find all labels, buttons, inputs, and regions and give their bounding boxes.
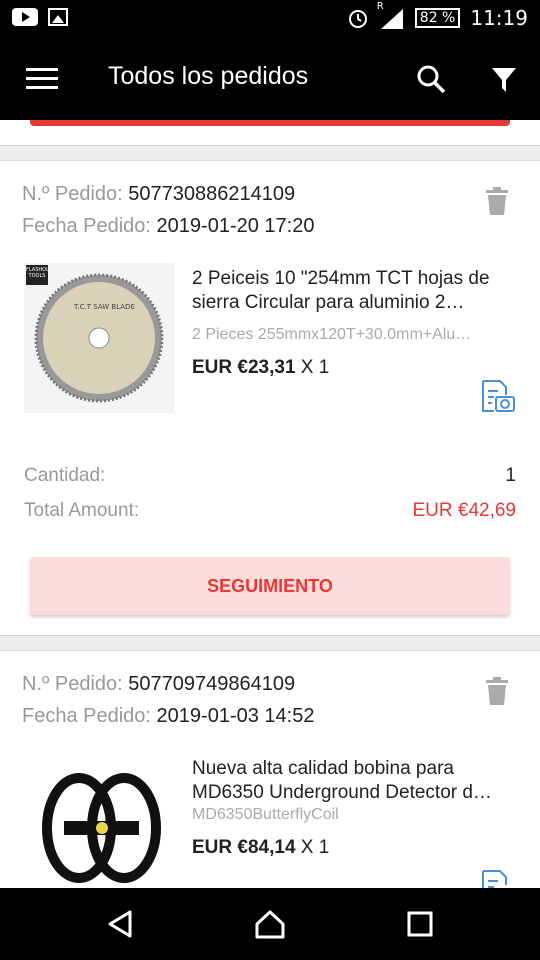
- product-qty: X 1: [300, 357, 330, 378]
- order-date: 2019-01-20 17:20: [156, 215, 315, 237]
- roaming-label: R: [376, 1, 384, 12]
- quantity-label: Cantidad:: [24, 465, 106, 486]
- alarm-icon: [348, 10, 367, 28]
- total-label: Total Amount:: [24, 500, 140, 521]
- product-image[interactable]: [24, 753, 174, 888]
- youtube-notification-icon: [12, 8, 38, 26]
- order-date-label: Fecha Pedido:: [22, 705, 151, 727]
- order-card: N.º Pedido: 507730886214109 Fecha Pedido…: [0, 160, 540, 636]
- delete-icon[interactable]: [486, 677, 508, 705]
- product-sku: MD6350ButterflyCoil: [192, 806, 339, 823]
- battery-indicator: 82 %: [414, 8, 461, 28]
- delete-icon[interactable]: [486, 187, 508, 215]
- image-notification-icon: [48, 8, 68, 26]
- recents-icon[interactable]: [404, 908, 436, 940]
- order-date-row: Fecha Pedido: 2019-01-03 14:52: [22, 705, 314, 728]
- menu-icon[interactable]: [26, 68, 58, 90]
- product-price-row: EUR €84,14 X 1: [192, 837, 329, 859]
- previous-track-button[interactable]: [30, 120, 510, 126]
- order-number-label: N.º Pedido:: [22, 673, 123, 695]
- order-number-row: N.º Pedido: 507730886214109: [22, 183, 295, 206]
- clock: 11:19: [470, 6, 528, 30]
- product-price: EUR €84,14: [192, 837, 296, 858]
- order-number: 507709749864109: [128, 673, 296, 695]
- product-image[interactable]: T.C.T SAW BLADE FLASHOL TOOLS: [24, 263, 174, 413]
- orders-list[interactable]: N.º Pedido: 507730886214109 Fecha Pedido…: [0, 120, 540, 888]
- order-card: N.º Pedido: 507709749864109 Fecha Pedido…: [0, 650, 540, 888]
- order-date-row: Fecha Pedido: 2019-01-20 17:20: [22, 215, 314, 238]
- product-sku: 2 Pieces 255mmx120T+30.0mm+Alu…: [192, 326, 472, 343]
- search-icon[interactable]: [416, 64, 446, 94]
- quantity-row: Cantidad: 1: [24, 465, 516, 487]
- product-image-logo: FLASHOL TOOLS: [26, 267, 49, 279]
- page-title: Todos los pedidos: [108, 62, 309, 90]
- status-bar: R 82 % 11:19: [0, 0, 540, 38]
- order-number-label: N.º Pedido:: [22, 183, 123, 205]
- order-number-row: N.º Pedido: 507709749864109: [22, 673, 295, 696]
- total-value: EUR €42,69: [412, 500, 516, 521]
- photo-review-icon[interactable]: [480, 379, 516, 413]
- photo-review-icon[interactable]: [480, 869, 516, 888]
- product-price: EUR €23,31: [192, 357, 296, 378]
- order-date: 2019-01-03 14:52: [156, 705, 315, 727]
- signal-icon: R: [377, 1, 405, 29]
- previous-order-card: [0, 120, 540, 146]
- product-title[interactable]: 2 Peiceis 10 "254mm TCT hojas de sierra …: [192, 267, 522, 315]
- product-qty: X 1: [300, 837, 330, 858]
- system-nav-bar: [0, 888, 540, 960]
- product-image-caption: T.C.T SAW BLADE: [74, 303, 135, 311]
- quantity-value: 1: [505, 465, 516, 486]
- home-icon[interactable]: [254, 908, 286, 940]
- product-price-row: EUR €23,31 X 1: [192, 357, 329, 379]
- app-bar: Todos los pedidos: [0, 38, 540, 120]
- track-button[interactable]: SEGUIMIENTO: [30, 557, 510, 615]
- total-row: Total Amount: EUR €42,69: [24, 500, 516, 522]
- order-number: 507730886214109: [128, 183, 296, 205]
- order-date-label: Fecha Pedido:: [22, 215, 151, 237]
- filter-icon[interactable]: [490, 66, 518, 94]
- back-icon[interactable]: [104, 908, 136, 940]
- product-title[interactable]: Nueva alta calidad bobina para MD6350 Un…: [192, 757, 522, 805]
